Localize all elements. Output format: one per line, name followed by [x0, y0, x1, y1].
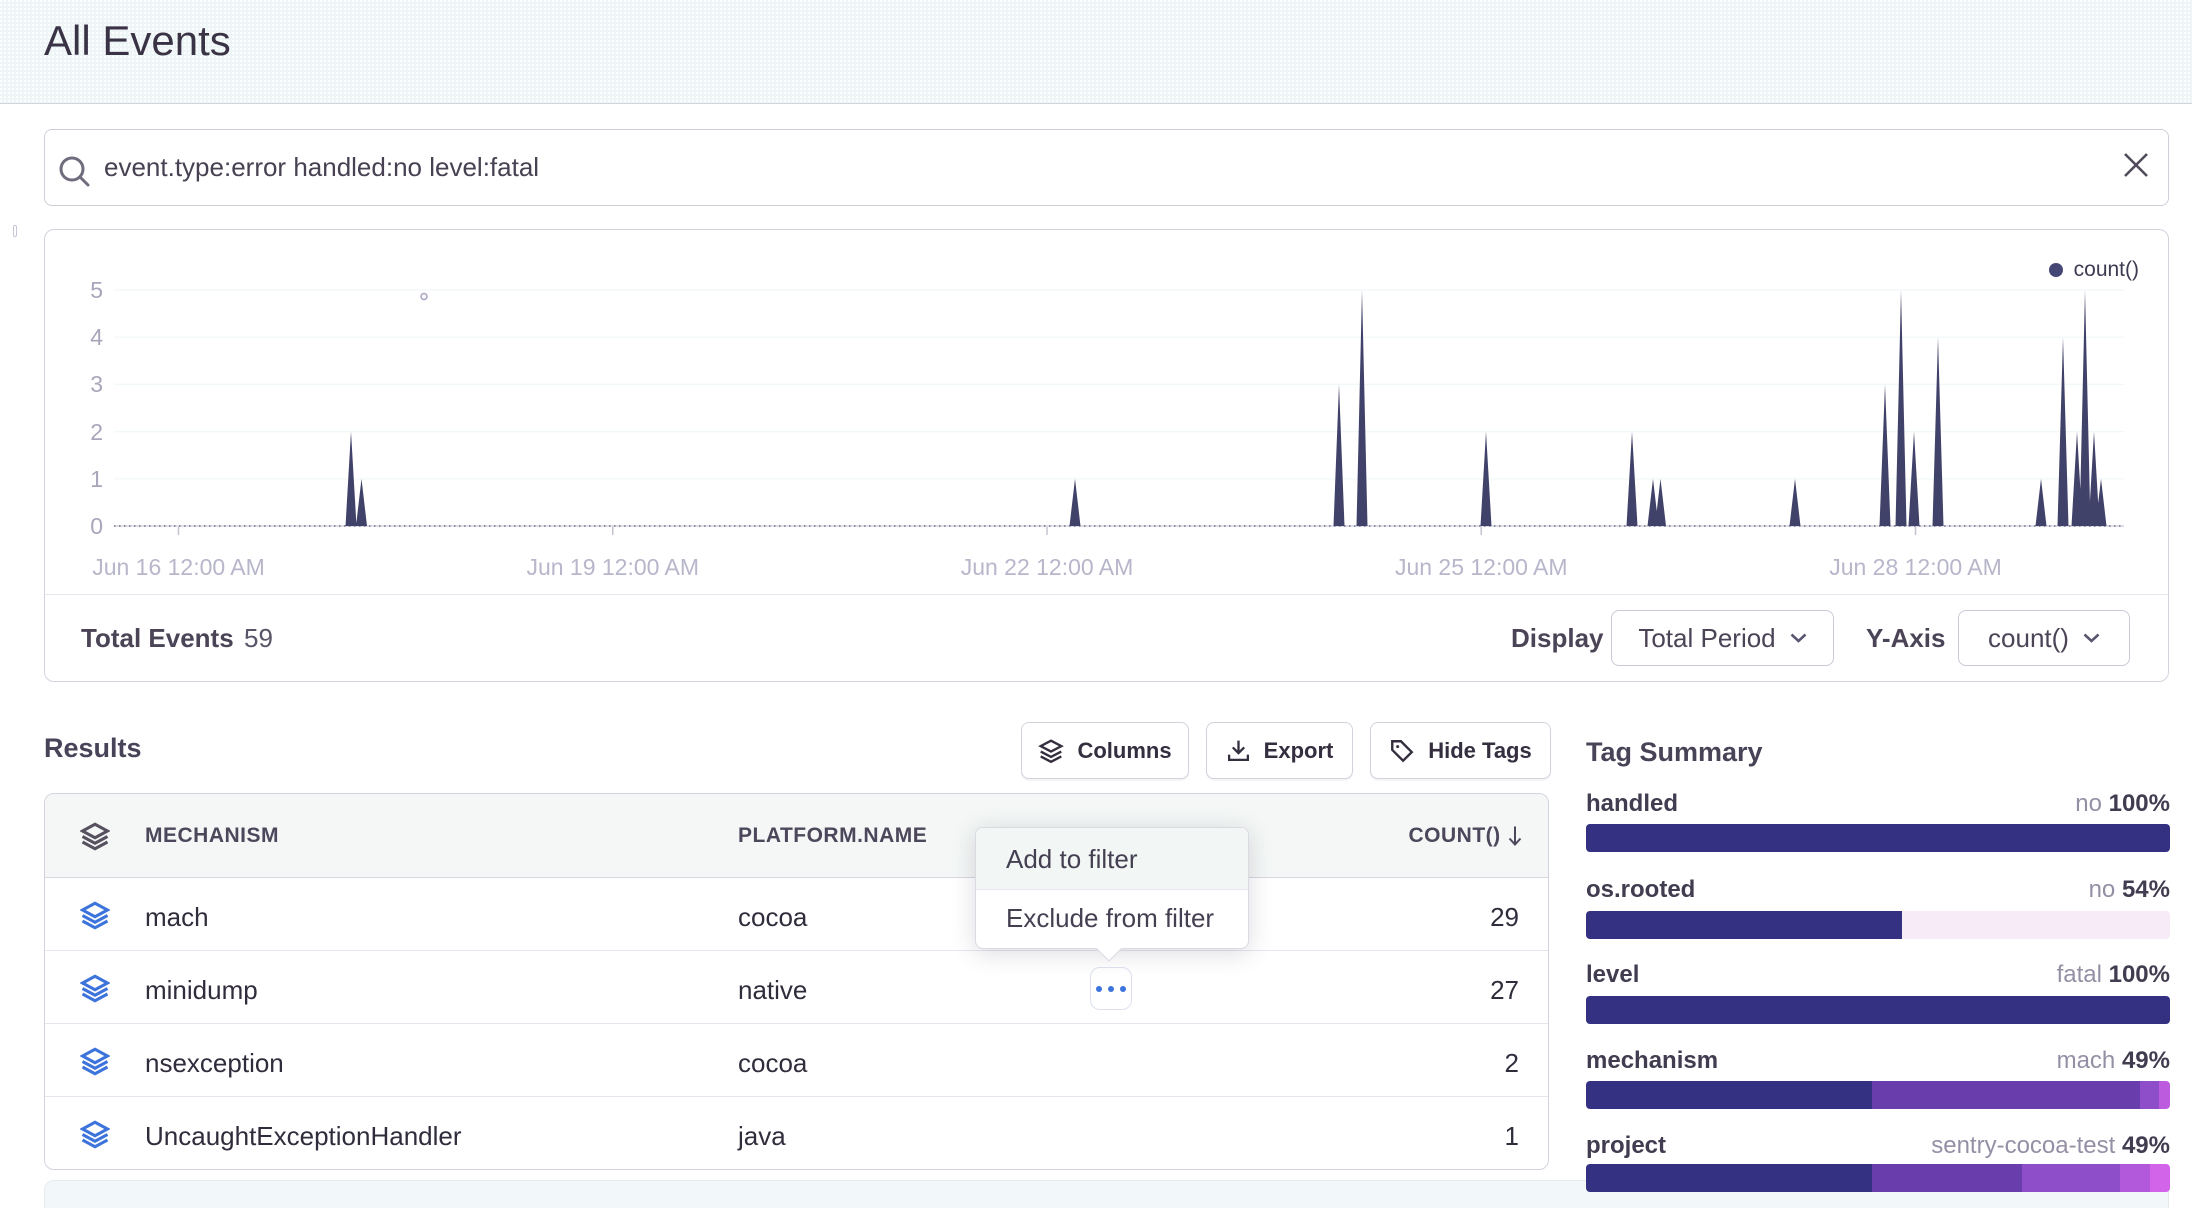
svg-text:Jun 25 12:00 AM: Jun 25 12:00 AM [1395, 554, 1568, 580]
svg-text:1: 1 [90, 466, 103, 492]
svg-text:3: 3 [90, 371, 103, 397]
svg-text:Jun 22 12:00 AM: Jun 22 12:00 AM [961, 554, 1134, 580]
svg-text:5: 5 [90, 277, 103, 303]
svg-text:Jun 16 12:00 AM: Jun 16 12:00 AM [92, 554, 265, 580]
svg-text:Jun 19 12:00 AM: Jun 19 12:00 AM [526, 554, 699, 580]
svg-text:4: 4 [90, 324, 103, 350]
svg-text:Jun 28 12:00 AM: Jun 28 12:00 AM [1829, 554, 2002, 580]
svg-text:2: 2 [90, 419, 103, 445]
svg-text:0: 0 [90, 513, 103, 539]
